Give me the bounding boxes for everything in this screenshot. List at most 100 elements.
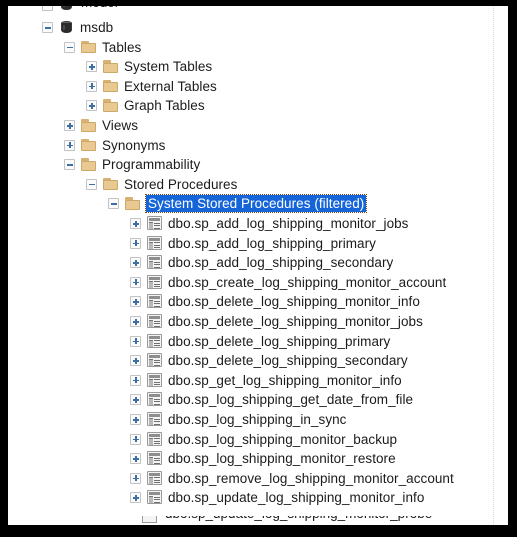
expander-expand-icon[interactable]	[130, 492, 141, 504]
expander-expand-icon[interactable]	[130, 257, 141, 269]
tree-node[interactable]: System Stored Procedures (filtered)	[8, 194, 508, 214]
expander-expand-icon[interactable]	[130, 374, 141, 386]
object-explorer-panel[interactable]: model msdb Tables System Tables External Ta…	[8, 6, 508, 525]
tree-node[interactable]: dbo.sp_create_log_shipping_monitor_accou…	[8, 273, 508, 293]
expander-expand-icon[interactable]	[130, 355, 141, 367]
folder-icon	[103, 60, 119, 73]
expander-expand-icon[interactable]	[130, 276, 141, 288]
tree-node-label: Synonyms	[102, 137, 166, 153]
expander-collapse-icon[interactable]	[64, 159, 75, 171]
tree-node-label: Stored Procedures	[124, 176, 238, 192]
tree-node-label: dbo.sp_add_log_shipping_monitor_jobs	[168, 216, 409, 231]
tree-node-label: dbo.sp_get_log_shipping_monitor_info	[168, 372, 402, 388]
expander-expand-icon[interactable]	[64, 139, 75, 151]
expander-expand-icon[interactable]	[130, 316, 141, 327]
clipped-row-above: model	[8, 6, 508, 14]
folder-icon	[103, 79, 119, 93]
tree-node[interactable]: Graph Tables	[8, 96, 508, 116]
tree-node[interactable]: dbo.sp_add_log_shipping_primary	[8, 234, 508, 254]
tree-node-label: Programmability	[102, 157, 201, 173]
stored-procedure-icon	[147, 392, 162, 407]
tree-node-label: System Stored Procedures (filtered)	[144, 194, 368, 214]
tree-node-label: dbo.sp_create_log_shipping_monitor_accou…	[168, 274, 447, 290]
tree-node[interactable]: System Tables	[8, 57, 508, 77]
expander-collapse-icon	[42, 6, 53, 11]
folder-icon	[81, 40, 97, 54]
expander-expand-icon[interactable]	[130, 218, 141, 229]
expander-expand-icon[interactable]	[86, 80, 97, 92]
expander-expand-icon[interactable]	[64, 120, 75, 131]
tree-node-label: msdb	[80, 20, 114, 35]
tree-node-label: dbo.sp_delete_log_shipping_monitor_info	[168, 294, 420, 310]
expander-expand-icon[interactable]	[86, 61, 97, 73]
tree-node[interactable]: dbo.sp_delete_log_shipping_primary	[8, 332, 508, 352]
folder-icon	[103, 177, 119, 191]
expander-expand-icon[interactable]	[130, 237, 141, 249]
database-icon	[59, 6, 74, 12]
tree-node-label: Graph Tables	[124, 98, 205, 114]
expander-collapse-icon[interactable]	[42, 22, 53, 33]
tree-node[interactable]: dbo.sp_delete_log_shipping_monitor_info	[8, 292, 508, 312]
tree-node-label: dbo.sp_delete_log_shipping_secondary	[168, 353, 408, 369]
stored-procedure-icon	[142, 516, 157, 523]
tree-node[interactable]: Programmability	[8, 155, 508, 175]
tree-node-label: dbo.sp_log_shipping_get_date_from_file	[168, 392, 414, 408]
tree-node[interactable]: Views	[8, 116, 508, 136]
clipped-node-label: model	[81, 6, 118, 10]
tree-node[interactable]: dbo.sp_log_shipping_monitor_backup	[8, 430, 508, 450]
tree-node[interactable]: dbo.sp_log_shipping_in_sync	[8, 410, 508, 430]
tree-node[interactable]: Stored Procedures	[8, 175, 508, 195]
stored-procedure-icon	[147, 274, 162, 289]
expander-expand-icon[interactable]	[130, 433, 141, 445]
stored-procedure-icon	[147, 216, 162, 230]
stored-procedure-icon	[147, 451, 162, 466]
tree-node[interactable]: dbo.sp_remove_log_shipping_monitor_accou…	[8, 469, 508, 489]
tree-node[interactable]: Tables	[8, 38, 508, 58]
tree-node-label: dbo.sp_update_log_shipping_monitor_info	[168, 490, 425, 506]
tree-node-label: dbo.sp_delete_log_shipping_primary	[168, 333, 391, 349]
expander-collapse-icon[interactable]	[86, 178, 97, 190]
expander-expand-icon[interactable]	[130, 414, 141, 425]
screenshot-frame: model msdb Tables System Tables External Ta…	[0, 0, 517, 537]
expander-collapse-icon[interactable]	[108, 198, 119, 210]
tree-node[interactable]: External Tables	[8, 77, 508, 97]
tree-node[interactable]: dbo.sp_add_log_shipping_monitor_jobs	[8, 214, 508, 234]
expander-collapse-icon[interactable]	[64, 41, 75, 53]
stored-procedure-icon	[147, 490, 162, 505]
expander-expand-icon[interactable]	[130, 296, 141, 308]
tree-node[interactable]: dbo.sp_delete_log_shipping_monitor_jobs	[8, 312, 508, 332]
tree-node[interactable]: Synonyms	[8, 136, 508, 156]
tree-node[interactable]: msdb	[8, 18, 508, 38]
expander-expand-icon[interactable]	[130, 335, 141, 347]
stored-procedure-icon	[147, 431, 162, 446]
tree-node-label: dbo.sp_add_log_shipping_secondary	[168, 255, 394, 271]
tree-node[interactable]: dbo.sp_add_log_shipping_secondary	[8, 253, 508, 273]
tree-node-label: dbo.sp_remove_log_shipping_monitor_accou…	[168, 470, 454, 486]
tree-node-label: Tables	[102, 39, 142, 55]
clipped-row-below: dbo.sp_update_log_shipping_monitor_probe	[8, 516, 508, 525]
stored-procedure-icon	[147, 235, 162, 250]
tree-node-label: dbo.sp_log_shipping_monitor_backup	[168, 431, 398, 447]
tree-node[interactable]: dbo.sp_update_log_shipping_monitor_info	[8, 488, 508, 508]
tree-node-label: dbo.sp_add_log_shipping_primary	[168, 235, 376, 251]
stored-procedure-icon	[147, 294, 162, 309]
tree-node-label: dbo.sp_log_shipping_in_sync	[168, 412, 347, 427]
tree-node[interactable]: dbo.sp_delete_log_shipping_secondary	[8, 351, 508, 371]
stored-procedure-icon	[147, 314, 162, 328]
folder-icon	[103, 99, 119, 112]
expander-expand-icon[interactable]	[86, 100, 97, 112]
folder-icon	[81, 138, 97, 152]
tree-node-label: dbo.sp_log_shipping_monitor_restore	[168, 451, 396, 467]
tree-node-label: System Tables	[124, 59, 213, 75]
expander-expand-icon[interactable]	[130, 453, 141, 465]
stored-procedure-icon	[147, 470, 162, 485]
tree-node[interactable]: dbo.sp_log_shipping_get_date_from_file	[8, 390, 508, 410]
folder-icon	[125, 197, 141, 210]
stored-procedure-icon	[147, 333, 162, 348]
tree-node-label: dbo.sp_delete_log_shipping_monitor_jobs	[168, 314, 423, 329]
expander-expand-icon[interactable]	[130, 394, 141, 406]
folder-icon	[81, 119, 97, 132]
expander-expand-icon[interactable]	[130, 472, 141, 484]
tree-node[interactable]: dbo.sp_log_shipping_monitor_restore	[8, 449, 508, 469]
tree-node[interactable]: dbo.sp_get_log_shipping_monitor_info	[8, 371, 508, 391]
